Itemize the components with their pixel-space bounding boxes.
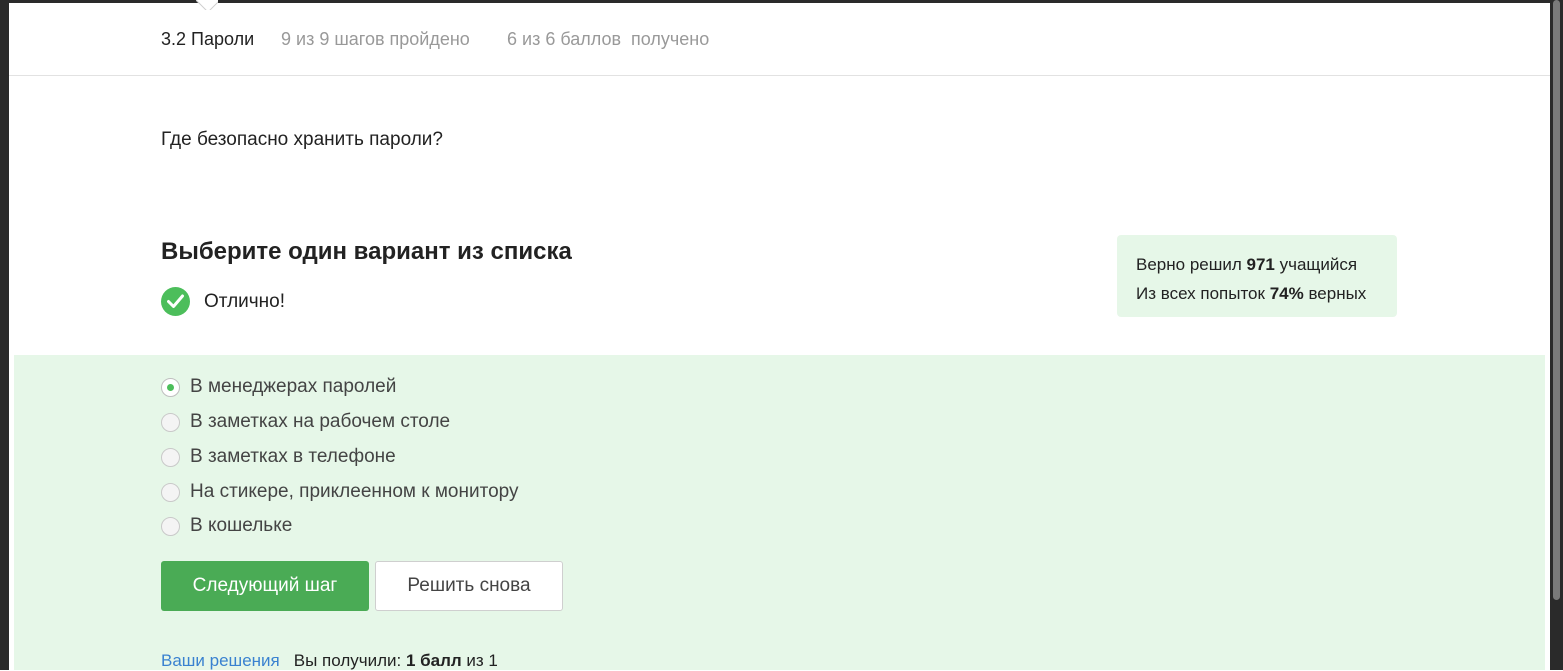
question-text: Где безопасно хранить пароли? bbox=[161, 129, 443, 150]
radio-button[interactable] bbox=[161, 517, 180, 536]
option-label[interactable]: В кошельке bbox=[190, 515, 292, 537]
step-header: 3.2 Пароли 9 из 9 шагов пройдено 6 из 6 … bbox=[9, 3, 1550, 76]
scrollbar[interactable] bbox=[1550, 0, 1563, 670]
solve-again-button[interactable]: Решить снова bbox=[375, 561, 563, 611]
received-total: из 1 bbox=[461, 651, 498, 670]
score-progress: 6 из 6 баллов получено bbox=[507, 29, 710, 49]
option-label[interactable]: В заметках в телефоне bbox=[190, 446, 396, 468]
next-step-button[interactable]: Следующий шаг bbox=[161, 561, 369, 611]
option-label[interactable]: На стикере, приклеенном к монитору bbox=[190, 481, 519, 503]
option-label[interactable]: В заметках на рабочем столе bbox=[190, 411, 450, 433]
radio-button[interactable] bbox=[161, 483, 180, 502]
stats-solved-line: Верно решил 971 учащийся bbox=[1136, 255, 1358, 274]
radio-button-selected[interactable] bbox=[161, 378, 180, 397]
check-circle-icon bbox=[161, 287, 190, 316]
scrollbar-thumb[interactable] bbox=[1553, 0, 1560, 600]
answer-panel: В менеджерах паролей В заметках на рабоч… bbox=[14, 355, 1545, 670]
radio-button[interactable] bbox=[161, 448, 180, 467]
steps-progress: 9 из 9 шагов пройдено bbox=[281, 29, 470, 49]
received-label: Вы получили: bbox=[293, 651, 406, 670]
result-text: Отлично! bbox=[204, 291, 286, 312]
your-solutions-link[interactable]: Ваши решения bbox=[161, 651, 280, 670]
quiz-title: Выберите один вариант из списка bbox=[161, 238, 572, 265]
option-label[interactable]: В менеджерах паролей bbox=[190, 376, 396, 398]
solutions-line: Ваши решения Вы получили: 1 балл из 1 bbox=[161, 651, 498, 671]
window-border-left bbox=[0, 0, 9, 670]
stats-attempts-line: Из всех попыток 74% верных bbox=[1136, 284, 1367, 303]
lesson-title: 3.2 Пароли bbox=[161, 29, 255, 49]
solved-count: 971 bbox=[1246, 255, 1275, 274]
page-frame: 3.2 Пароли 9 из 9 шагов пройдено 6 из 6 … bbox=[0, 0, 1563, 670]
radio-button[interactable] bbox=[161, 413, 180, 432]
stats-box: Верно решил 971 учащийся Из всех попыток… bbox=[1117, 235, 1397, 317]
correct-percent: 74% bbox=[1269, 284, 1304, 303]
received-points: 1 балл bbox=[405, 651, 462, 670]
